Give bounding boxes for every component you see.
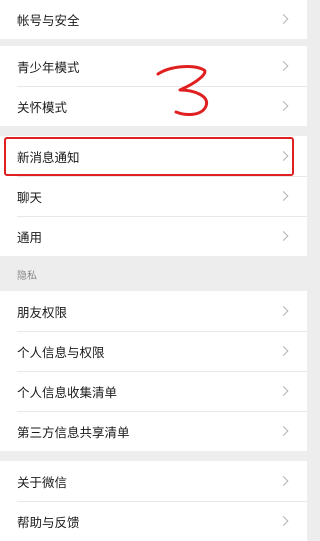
settings-item-label: 朋友权限: [17, 304, 68, 320]
chevron-right-icon: [278, 14, 289, 24]
settings-item-personal-info-collection[interactable]: 个人信息收集清单: [0, 371, 307, 411]
chevron-right-icon: [278, 346, 289, 356]
chevron-right-icon: [278, 516, 289, 526]
settings-item-label: 新消息通知: [17, 149, 80, 165]
chevron-right-icon: [278, 101, 289, 111]
settings-item-friend-permissions[interactable]: 朋友权限: [0, 291, 307, 331]
settings-item-personal-info-permissions[interactable]: 个人信息与权限: [0, 331, 307, 371]
chevron-right-icon: [278, 476, 289, 486]
chevron-right-icon: [278, 61, 289, 71]
annotation-step-number: [156, 65, 209, 116]
chevron-right-icon: [278, 426, 289, 436]
settings-item-label: 帮助与反馈: [17, 514, 80, 530]
settings-item-label: 通用: [17, 229, 43, 245]
chevron-right-icon: [278, 386, 289, 396]
settings-group-about: 关于微信 帮助与反馈: [0, 461, 307, 541]
privacy-section-header: 隐私: [17, 271, 37, 282]
settings-item-label: 帐号与安全: [17, 12, 80, 28]
settings-item-label: 青少年模式: [17, 59, 80, 75]
settings-item-label: 个人信息收集清单: [17, 384, 118, 400]
chevron-right-icon: [278, 151, 289, 161]
settings-item-third-party-sharing[interactable]: 第三方信息共享清单: [0, 411, 307, 451]
settings-item-label: 个人信息与权限: [17, 344, 105, 360]
settings-item-about-wechat[interactable]: 关于微信: [0, 461, 307, 501]
settings-item-help-feedback[interactable]: 帮助与反馈: [0, 501, 307, 541]
settings-group-account: 帐号与安全: [0, 0, 307, 39]
chevron-right-icon: [278, 231, 289, 241]
settings-item-label: 聊天: [17, 189, 43, 205]
chevron-right-icon: [278, 191, 289, 201]
settings-item-label: 关怀模式: [17, 99, 68, 115]
settings-item-label: 关于微信: [17, 474, 68, 490]
settings-item-label: 第三方信息共享清单: [17, 424, 130, 440]
settings-item-chat[interactable]: 聊天: [0, 176, 307, 216]
chevron-right-icon: [278, 306, 289, 316]
settings-item-general[interactable]: 通用: [0, 216, 307, 256]
settings-item-new-message-notification[interactable]: 新消息通知: [0, 136, 307, 176]
settings-group-general: 新消息通知 聊天 通用: [0, 136, 307, 256]
settings-item-account-security[interactable]: 帐号与安全: [0, 0, 307, 39]
settings-group-privacy: 朋友权限 个人信息与权限 个人信息收集清单 第三方信息共享清单: [0, 291, 307, 451]
